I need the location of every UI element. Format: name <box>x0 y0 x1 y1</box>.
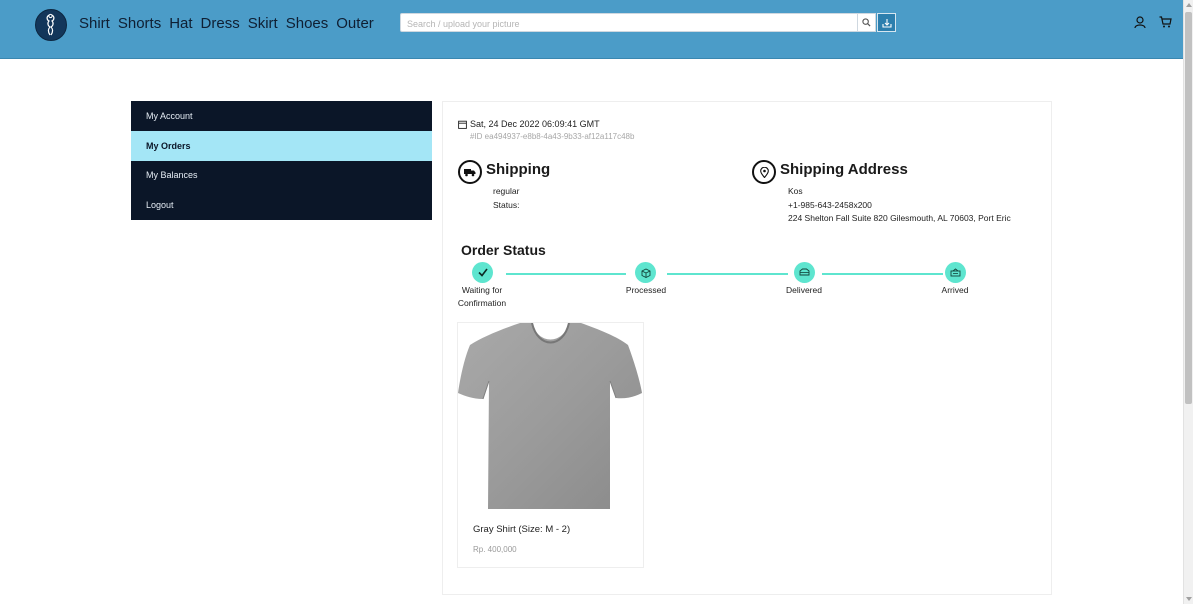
brand-logo[interactable] <box>35 9 67 41</box>
shipping-title: Shipping <box>486 161 551 178</box>
order-date-row: Sat, 24 Dec 2022 06:09:41 GMT <box>458 119 600 129</box>
nav-item-outer[interactable]: Outer <box>336 15 374 33</box>
nav-item-shirt[interactable]: Shirt <box>79 15 110 33</box>
sidebar-item-my-orders[interactable]: My Orders <box>131 130 432 161</box>
check-icon <box>477 268 488 277</box>
category-nav: Shirt Shorts Hat Dress Skirt Shoes Outer <box>79 15 382 33</box>
status-connector <box>506 273 626 275</box>
sidebar-item-my-balances[interactable]: My Balances <box>131 161 432 191</box>
gray-shirt-image <box>458 322 642 509</box>
shipping-status-label: Status: <box>493 200 520 210</box>
user-account-button[interactable] <box>1133 15 1147 29</box>
nav-item-hat[interactable]: Hat <box>169 15 192 33</box>
location-pin-icon <box>759 166 769 178</box>
sidebar-item-label: My Balances <box>146 170 198 181</box>
cart-button[interactable] <box>1158 15 1172 29</box>
truck-icon <box>464 168 476 176</box>
status-connector <box>822 273 943 275</box>
account-sidebar: My Account My Orders My Balances Logout <box>131 101 432 220</box>
status-step-arrived <box>945 262 966 283</box>
nav-item-dress[interactable]: Dress <box>201 15 240 33</box>
sidebar-item-logout[interactable]: Logout <box>131 190 432 220</box>
nav-item-shorts[interactable]: Shorts <box>118 15 161 33</box>
status-step-processed <box>635 262 656 283</box>
search-input[interactable] <box>401 15 841 33</box>
order-detail-card: Sat, 24 Dec 2022 06:09:41 GMT #ID ea4949… <box>442 101 1052 595</box>
page: Shirt Shorts Hat Dress Skirt Shoes Outer <box>0 0 1193 604</box>
page-scrollbar[interactable] <box>1183 0 1193 604</box>
nav-item-shoes[interactable]: Shoes <box>286 15 329 33</box>
status-step-label: Processed <box>625 285 667 295</box>
top-header: Shirt Shorts Hat Dress Skirt Shoes Outer <box>0 0 1183 59</box>
status-connector <box>667 273 788 275</box>
truck-icon <box>799 268 810 276</box>
scroll-thumb[interactable] <box>1185 12 1192 404</box>
shipping-icon-circle <box>458 160 482 184</box>
package-arrived-icon <box>950 268 961 277</box>
nav-item-skirt[interactable]: Skirt <box>248 15 278 33</box>
sidebar-item-my-account[interactable]: My Account <box>131 101 432 131</box>
order-id: #ID ea494937-e8b8-4a43-9b33-af12a117c48b <box>470 132 635 141</box>
shipping-address-title: Shipping Address <box>780 161 908 178</box>
status-step-waiting <box>472 262 493 283</box>
order-product-card[interactable]: Gray Shirt (Size: M - 2) Rp. 400,000 <box>457 322 644 568</box>
order-status-title: Order Status <box>461 242 546 258</box>
upload-icon <box>881 18 892 28</box>
status-step-delivered <box>794 262 815 283</box>
address-name: Kos <box>788 186 803 196</box>
address-phone: +1-985-643-2458x200 <box>788 200 872 210</box>
product-name[interactable]: Gray Shirt (Size: M - 2) <box>473 524 570 535</box>
sidebar-item-label: My Orders <box>146 140 191 151</box>
status-step-label-line2: Confirmation <box>457 298 507 308</box>
sidebar-item-label: Logout <box>146 200 174 211</box>
status-step-label: Delivered <box>786 285 822 295</box>
scroll-up-arrow-icon[interactable] <box>1186 3 1192 7</box>
order-date: Sat, 24 Dec 2022 06:09:41 GMT <box>470 119 600 129</box>
search-icon <box>862 18 871 27</box>
upload-picture-button[interactable] <box>877 13 896 32</box>
shipping-method: regular <box>493 186 520 196</box>
product-price: Rp. 400,000 <box>473 545 517 554</box>
user-icon <box>1134 15 1146 28</box>
product-image[interactable] <box>458 322 643 509</box>
address-icon-circle <box>752 160 776 184</box>
cart-icon <box>1159 16 1172 28</box>
status-step-label: Waiting for Confirmation <box>452 284 512 310</box>
status-step-label: Arrived <box>941 285 969 295</box>
address-line: 224 Shelton Fall Suite 820 Gilesmouth, A… <box>788 213 1011 223</box>
search-box <box>400 13 876 33</box>
box-icon <box>641 267 650 278</box>
sidebar-item-label: My Account <box>146 110 193 121</box>
calendar-icon <box>458 120 467 129</box>
logo-figure-icon <box>46 13 55 36</box>
status-step-label-line1: Waiting for <box>461 285 503 295</box>
search-button[interactable] <box>857 13 876 32</box>
scroll-down-arrow-icon[interactable] <box>1186 597 1192 601</box>
